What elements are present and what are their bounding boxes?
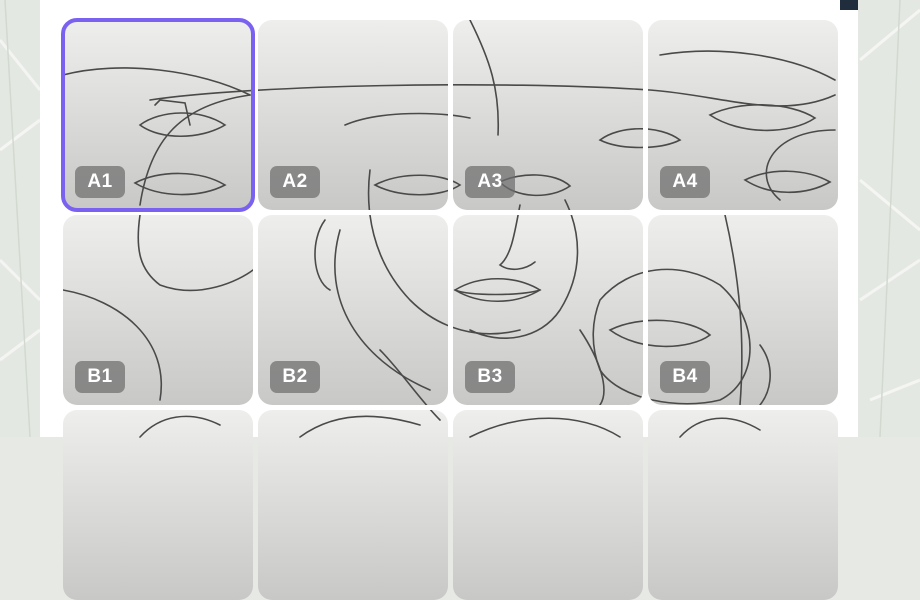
tile-c4[interactable] — [648, 410, 838, 600]
tile-label: A4 — [660, 166, 710, 198]
line-art-illustration — [679, 417, 761, 438]
tile-a1[interactable]: A1 — [63, 20, 253, 210]
tile-label: A1 — [75, 166, 125, 198]
line-art-illustration — [469, 417, 621, 438]
tile-label: B3 — [465, 361, 515, 393]
tile-label: B4 — [660, 361, 710, 393]
tile-b4[interactable]: B4 — [648, 215, 838, 405]
tile-a3[interactable]: A3 — [453, 20, 643, 210]
line-art-illustration — [299, 410, 441, 438]
tile-label: A2 — [270, 166, 320, 198]
panel-edge-strip — [840, 0, 858, 10]
tile-label: B1 — [75, 361, 125, 393]
tile-label: B2 — [270, 361, 320, 393]
tile-a4[interactable]: A4 — [648, 20, 838, 210]
tile-c2[interactable] — [258, 410, 448, 600]
tile-c3[interactable] — [453, 410, 643, 600]
tile-c1[interactable] — [63, 410, 253, 600]
tile-a2[interactable]: A2 — [258, 20, 448, 210]
tile-b1[interactable]: B1 — [63, 215, 253, 405]
tile-label: A3 — [465, 166, 515, 198]
tile-b3[interactable]: B3 — [453, 215, 643, 405]
tile-b2[interactable]: B2 — [258, 215, 448, 405]
line-art-illustration — [139, 415, 221, 438]
